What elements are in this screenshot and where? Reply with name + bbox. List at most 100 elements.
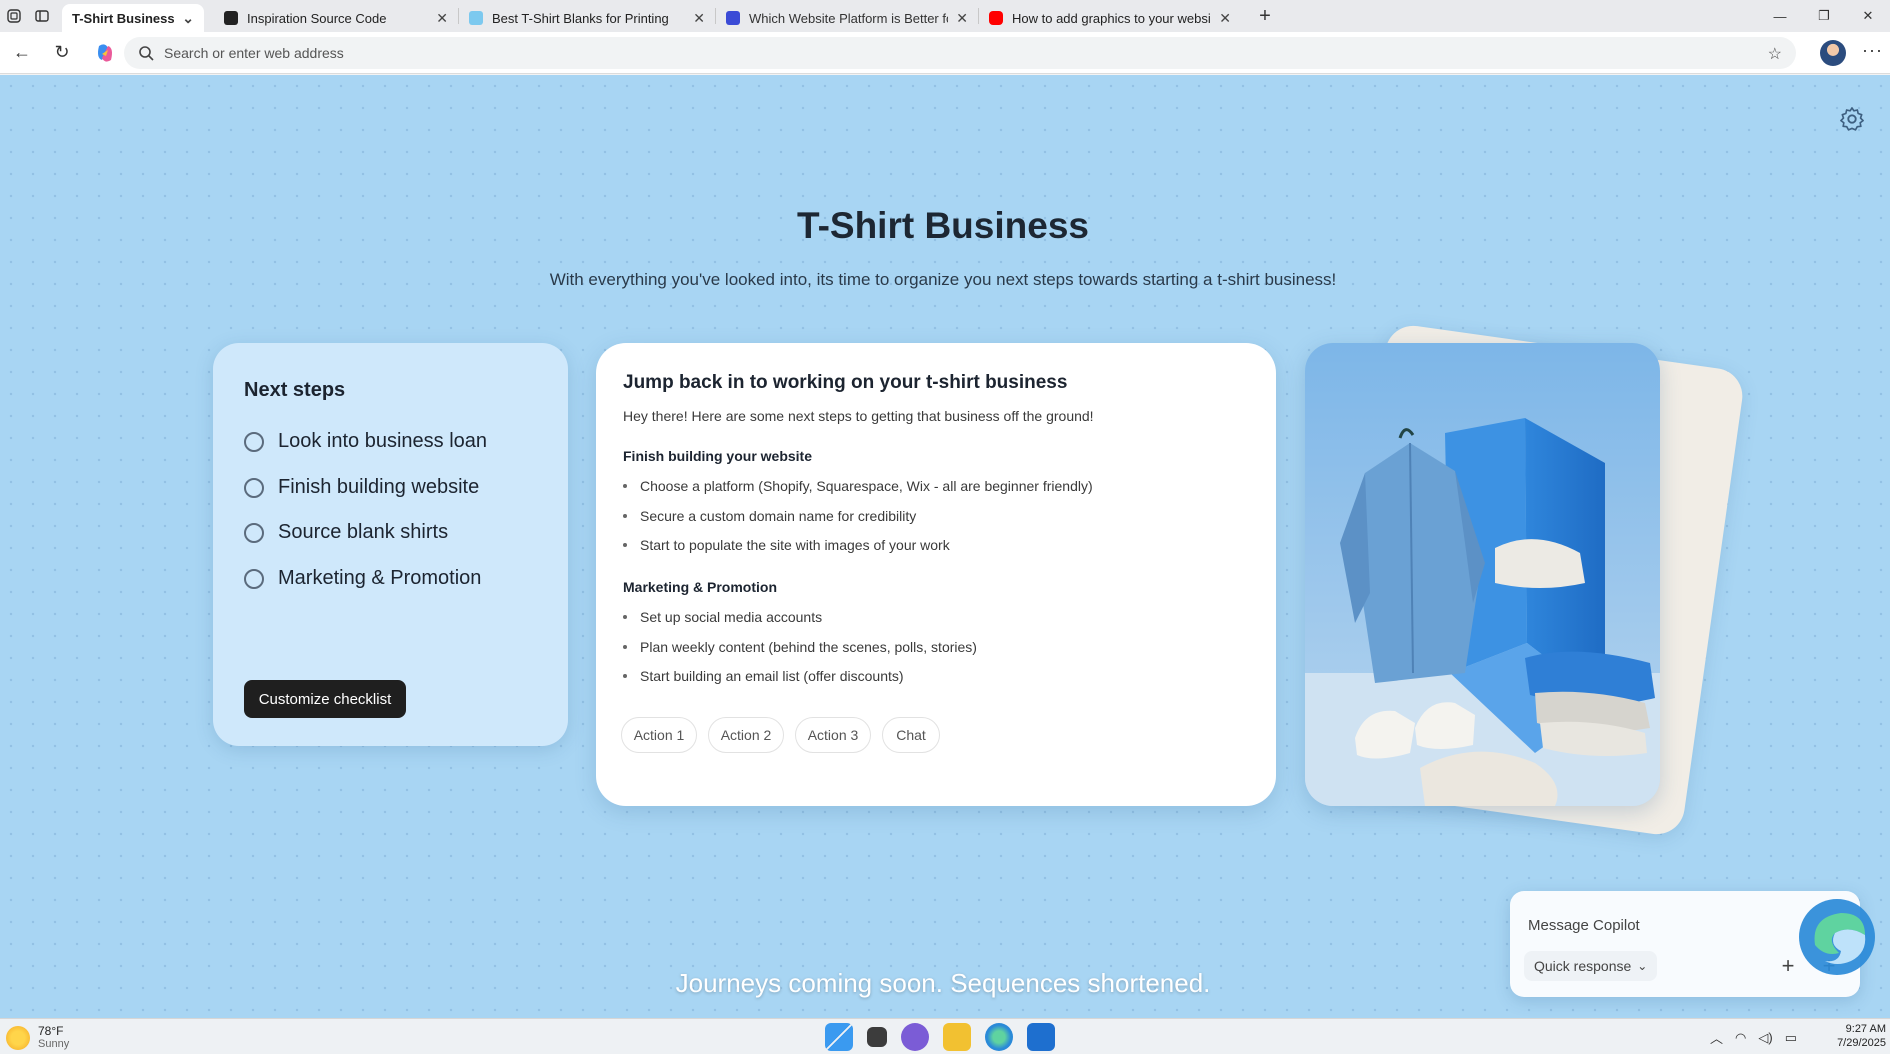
workspaces-icon[interactable] bbox=[0, 2, 28, 30]
checkbox-circle-icon[interactable] bbox=[244, 477, 264, 498]
youtube-icon bbox=[989, 11, 1003, 25]
copilot-icon[interactable] bbox=[90, 38, 120, 68]
search-icon bbox=[139, 46, 154, 61]
message-copilot-input[interactable]: Message Copilot bbox=[1528, 917, 1640, 934]
action-2-button[interactable]: Action 2 bbox=[708, 717, 784, 753]
windows-start-icon[interactable] bbox=[825, 1023, 853, 1051]
clock-date: 7/29/2025 bbox=[1837, 1037, 1886, 1049]
close-window-icon[interactable]: ✕ bbox=[1846, 0, 1890, 32]
task-view-icon[interactable] bbox=[867, 1027, 887, 1047]
volume-icon[interactable]: ◁) bbox=[1758, 1030, 1772, 1046]
chevron-down-icon[interactable]: ⌄ bbox=[182, 10, 194, 27]
close-icon[interactable]: ✕ bbox=[693, 10, 705, 27]
store-icon[interactable] bbox=[1027, 1023, 1055, 1051]
checklist-item[interactable]: Look into business loan bbox=[244, 430, 487, 453]
edge-logo-icon bbox=[1799, 899, 1875, 975]
chevron-up-icon[interactable]: ︿ bbox=[1710, 1028, 1723, 1047]
list-item: Plan weekly content (behind the scenes, … bbox=[623, 639, 977, 655]
new-tab-plus-icon[interactable]: + bbox=[1251, 2, 1279, 30]
checklist-item-label: Finish building website bbox=[278, 476, 480, 498]
back-arrow-icon[interactable]: ← bbox=[4, 35, 40, 71]
checklist-item-label: Source blank shirts bbox=[278, 521, 449, 543]
settings-gear-icon[interactable] bbox=[1838, 105, 1866, 133]
window-controls: — ❐ ✕ bbox=[1758, 0, 1890, 32]
profile-avatar[interactable] bbox=[1820, 40, 1846, 66]
tab-tshirt-blanks[interactable]: Best T-Shirt Blanks for Printing ✕ bbox=[459, 4, 715, 32]
taskbar-apps bbox=[818, 1023, 1062, 1051]
card-intro: Hey there! Here are some next steps to g… bbox=[623, 408, 1094, 424]
system-clock[interactable]: 9:27 AM 7/29/2025 bbox=[1820, 1022, 1886, 1050]
checkbox-circle-icon[interactable] bbox=[244, 522, 264, 543]
list-item: Secure a custom domain name for credibil… bbox=[623, 508, 916, 524]
file-explorer-icon[interactable] bbox=[943, 1023, 971, 1051]
list-item-text: Plan weekly content (behind the scenes, … bbox=[640, 639, 977, 655]
refresh-icon[interactable]: ↻ bbox=[44, 35, 80, 71]
system-tray: ︿ ◠ ◁) ▭ bbox=[1710, 1028, 1809, 1047]
tab-tshirt-business[interactable]: T-Shirt Business ⌄ bbox=[62, 4, 204, 32]
os-taskbar: 78°F Sunny ︿ ◠ ◁) ▭ 9:27 AM 7/29/2025 bbox=[0, 1018, 1890, 1054]
close-icon[interactable]: ✕ bbox=[1219, 10, 1231, 27]
checklist-item-label: Marketing & Promotion bbox=[278, 567, 482, 589]
action-1-button[interactable]: Action 1 bbox=[621, 717, 697, 753]
address-input[interactable] bbox=[164, 45, 1724, 61]
wifi-icon[interactable]: ◠ bbox=[1735, 1030, 1746, 1046]
list-item-text: Choose a platform (Shopify, Squarespace,… bbox=[640, 478, 1093, 494]
jump-back-in-card: Jump back in to working on your t-shirt … bbox=[596, 343, 1276, 806]
teams-icon[interactable] bbox=[901, 1023, 929, 1051]
address-bar[interactable]: ☆ bbox=[124, 37, 1796, 69]
tab-add-graphics[interactable]: How to add graphics to your websi ✕ bbox=[979, 4, 1241, 32]
minimize-icon[interactable]: — bbox=[1758, 0, 1802, 32]
checkbox-circle-icon[interactable] bbox=[244, 431, 264, 452]
restore-icon[interactable]: ❐ bbox=[1802, 0, 1846, 32]
browser-titlebar: T-Shirt Business ⌄ Inspiration Source Co… bbox=[0, 0, 1890, 32]
tab-label: How to add graphics to your websi bbox=[1012, 10, 1211, 26]
weather-widget[interactable]: 78°F Sunny bbox=[6, 1025, 69, 1051]
tab-inspiration-source-code[interactable]: Inspiration Source Code ✕ bbox=[214, 4, 458, 32]
next-steps-heading: Next steps bbox=[244, 379, 346, 401]
checklist-item[interactable]: Source blank shirts bbox=[244, 521, 448, 544]
clock-time: 9:27 AM bbox=[1845, 1023, 1886, 1035]
checklist-item[interactable]: Finish building website bbox=[244, 476, 479, 499]
edge-browser-icon[interactable] bbox=[985, 1023, 1013, 1051]
sun-icon bbox=[6, 1026, 30, 1050]
tab-label: Which Website Platform is Better fo bbox=[749, 10, 949, 26]
list-item-text: Set up social media accounts bbox=[640, 609, 823, 625]
list-item-text: Start building an email list (offer disc… bbox=[640, 668, 904, 684]
checkbox-circle-icon[interactable] bbox=[244, 568, 264, 589]
clothing-photo bbox=[1305, 343, 1660, 806]
site-favicon-icon bbox=[224, 11, 238, 25]
checklist-item[interactable]: Marketing & Promotion bbox=[244, 567, 481, 590]
browser-toolbar: ← ↻ ☆ ··· bbox=[0, 32, 1890, 74]
close-icon[interactable]: ✕ bbox=[956, 10, 968, 27]
next-steps-card: Next steps Look into business loan Finis… bbox=[213, 343, 568, 746]
close-icon[interactable]: ✕ bbox=[436, 10, 448, 27]
tab-website-platform[interactable]: Which Website Platform is Better fo ✕ bbox=[716, 4, 978, 32]
tab-label: Best T-Shirt Blanks for Printing bbox=[492, 10, 669, 26]
favorite-star-icon[interactable]: ☆ bbox=[1768, 44, 1782, 64]
checklist-item-label: Look into business loan bbox=[278, 430, 488, 452]
tab-label: T-Shirt Business bbox=[72, 10, 175, 26]
weather-condition: Sunny bbox=[38, 1038, 70, 1050]
tab-actions-icon[interactable] bbox=[28, 2, 56, 30]
list-item: Start to populate the site with images o… bbox=[623, 537, 950, 553]
list-item-text: Start to populate the site with images o… bbox=[640, 537, 950, 553]
list-item: Choose a platform (Shopify, Squarespace,… bbox=[623, 478, 1093, 494]
site-favicon-icon bbox=[726, 11, 740, 25]
more-options-icon[interactable]: ··· bbox=[1862, 40, 1883, 61]
page-subtitle: With everything you've looked into, its … bbox=[549, 270, 1337, 289]
card-heading: Jump back in to working on your t-shirt … bbox=[623, 372, 1068, 393]
action-3-button[interactable]: Action 3 bbox=[795, 717, 871, 753]
section-title: Finish building your website bbox=[623, 448, 813, 464]
chat-button[interactable]: Chat bbox=[882, 717, 940, 753]
battery-icon[interactable]: ▭ bbox=[1785, 1030, 1797, 1046]
site-favicon-icon bbox=[469, 11, 483, 25]
tab-label: Inspiration Source Code bbox=[247, 10, 387, 26]
list-item: Start building an email list (offer disc… bbox=[623, 668, 904, 684]
section-title: Marketing & Promotion bbox=[623, 579, 778, 595]
list-item-text: Secure a custom domain name for credibil… bbox=[640, 508, 917, 524]
video-caption: Journeys coming soon. Sequences shortene… bbox=[675, 968, 1211, 998]
page-canvas: T-Shirt Business With everything you've … bbox=[0, 75, 1890, 1018]
list-item: Set up social media accounts bbox=[623, 609, 822, 625]
temperature: 78°F bbox=[38, 1024, 64, 1038]
customize-checklist-button[interactable]: Customize checklist bbox=[244, 680, 406, 718]
